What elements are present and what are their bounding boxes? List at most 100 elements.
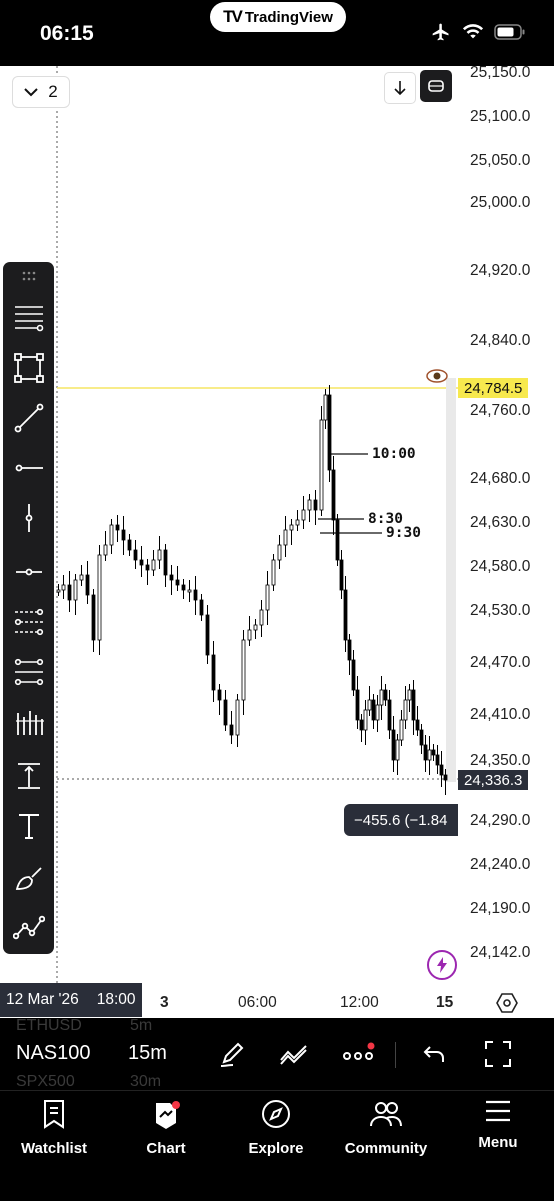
candle-body [313,499,318,511]
crosshair-date-badge: 12 Mar '26 18:00 [0,983,142,1017]
alert-price-tag[interactable]: 24,784.5 [458,378,529,398]
horizontal-line-icon [15,568,42,576]
hamburger-icon [486,1100,510,1122]
trend-line-icon [14,403,43,433]
layout-count: 2 [48,82,58,101]
price-axis-label: 24,630.0 [470,514,531,531]
tab-explore[interactable]: Explore [226,1099,326,1157]
chart-icon [156,1101,180,1129]
price-axis-label: 25,050.0 [470,152,531,169]
fullscreen-button[interactable] [480,1036,516,1072]
price-axis-label: 25,150.0 [470,64,531,81]
tool-horizontal-ray[interactable] [3,448,54,488]
candle-body [115,524,120,531]
time-axis-label: 15 [436,994,454,1011]
candle-body [391,729,396,761]
eye-icon[interactable] [426,368,448,384]
candle-body [435,754,440,766]
price-axis-label: 24,680.0 [470,470,531,487]
crosshair-time: 18:00 [96,991,136,1008]
time-axis-label: 3 [160,994,169,1011]
candle-body [67,584,72,601]
more-button[interactable] [340,1036,376,1072]
candle-body [431,749,436,756]
candle-body [319,419,324,511]
drawing-toolbar [3,262,54,954]
tool-horizontal-line[interactable] [3,552,54,592]
lightning-button[interactable] [427,950,457,980]
ghost-timeframe: 30m [130,1073,162,1090]
candle-body [193,589,198,601]
price-axis-label: 24,840.0 [470,332,531,349]
tab-chart[interactable]: Chart [116,1099,216,1157]
indicators-button[interactable] [276,1036,312,1072]
tool-measure[interactable] [3,756,54,796]
symbol-selector[interactable]: NAS100 [16,1042,91,1065]
compass-icon [262,1100,290,1128]
tool-rectangle[interactable] [3,348,54,388]
drawing-button[interactable] [214,1036,250,1072]
candle-body [253,624,258,631]
tool-text[interactable] [3,806,54,846]
tool-fib-channel[interactable] [3,652,54,692]
candle-body [211,654,216,691]
candle-body [235,699,240,736]
tab-menu[interactable]: Menu [448,1099,548,1151]
candle-body [103,544,108,556]
candle-body [259,609,264,626]
candle-body [295,519,300,526]
price-change-badge: −455.6 (−1.84 [344,804,458,836]
annotation-label[interactable]: 10:00 [372,446,416,462]
candle-body [331,469,336,521]
fib-channel-icon [14,658,43,686]
timeframe-selector[interactable]: 15m [128,1042,167,1065]
tab-watchlist[interactable]: Watchlist [4,1099,104,1157]
crosshair-date: 12 Mar '26 [6,991,79,1008]
tool-vertical-line[interactable] [3,498,54,538]
layout-toggle-button[interactable]: 2 [12,76,70,108]
candle-body [399,719,404,741]
candle-body [145,564,150,571]
compress-icon [428,80,444,92]
tool-brush[interactable] [3,858,54,898]
tool-forecast[interactable] [3,704,54,744]
tool-pattern[interactable] [3,908,54,948]
tool-fib-retracement[interactable] [3,298,54,338]
toolbar-drag-handle[interactable] [3,264,54,288]
candle-body [335,519,340,561]
price-axis-label: 24,760.0 [470,402,531,419]
candle-body [347,639,352,661]
annotation-label[interactable]: 9:30 [386,525,421,541]
divider [395,1042,396,1068]
candle-body [229,724,234,736]
candle-body [169,574,174,581]
undo-button[interactable] [416,1036,452,1072]
ghost-symbol: SPX500 [16,1073,75,1090]
candle-body [415,719,420,731]
candle-body [127,539,132,551]
tool-trend-line[interactable] [3,398,54,438]
price-axis-label: 24,470.0 [470,654,531,671]
pattern-icon [12,915,45,940]
tab-community[interactable]: Community [336,1099,436,1157]
candle-body [217,689,222,701]
time-axis-label: 06:00 [238,994,277,1011]
last-price-tag: 24,336.3 [458,770,529,790]
candle-body [277,544,282,561]
candle-body [371,699,376,721]
parallel-channel-icon [14,608,43,636]
scroll-to-latest-button[interactable] [384,72,416,104]
candle-body [247,629,252,641]
candle-body [241,639,246,701]
settings-hexagon-icon[interactable] [496,992,518,1014]
chevron-down-icon [24,88,38,97]
undo-icon [423,1046,444,1062]
candle-body [355,689,360,721]
candle-body [363,709,368,731]
tab-label: Community [344,1140,428,1157]
fullscreen-toggle-button[interactable] [420,70,452,102]
tool-pitchfork[interactable] [3,602,54,642]
candle-body [79,574,84,581]
rectangle-icon [13,353,44,383]
tab-label: Menu [478,1134,518,1151]
